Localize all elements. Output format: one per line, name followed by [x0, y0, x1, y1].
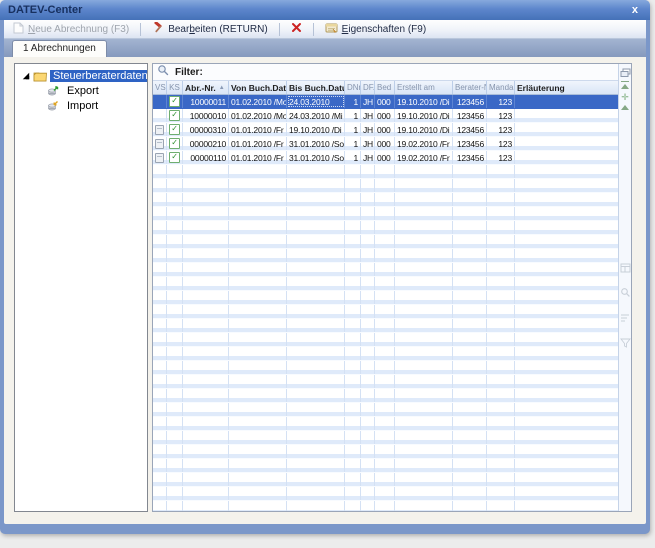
empty-table-row[interactable] — [153, 319, 618, 333]
empty-table-row[interactable] — [153, 347, 618, 361]
content-area: Steuerberaterdaten Export Import — [4, 57, 646, 524]
view-layout-icon[interactable] — [620, 260, 631, 278]
scroll-to-top-icon[interactable] — [621, 84, 629, 89]
export-icon — [47, 85, 61, 97]
tree-root-steuerberaterdaten[interactable]: Steuerberaterdaten — [15, 68, 147, 83]
filter-funnel-icon[interactable] — [620, 335, 631, 353]
delete-x-icon — [291, 22, 302, 36]
tree-item-import[interactable]: Import — [15, 98, 147, 113]
bearbeiten-button[interactable]: Bearbeiten (RETURN) — [147, 21, 272, 38]
empty-table-row[interactable] — [153, 403, 618, 417]
table-body: ✓ 10000011 01.02.2010 /Mo 24.03.2010 1 J… — [153, 95, 618, 511]
empty-table-row[interactable] — [153, 501, 618, 511]
empty-table-row[interactable] — [153, 487, 618, 501]
filter-row: Filter: — [153, 64, 618, 81]
nav-plus-icon[interactable]: ✛ — [621, 93, 629, 101]
tab-strip: 1 Abrechnungen — [4, 39, 646, 57]
empty-table-row[interactable] — [153, 305, 618, 319]
empty-table-row[interactable] — [153, 361, 618, 375]
toolbar-separator — [140, 23, 141, 36]
title-bar: DATEV-Center x — [0, 0, 650, 20]
column-header-von-buch-datum[interactable]: Von Buch.Datum — [229, 81, 287, 94]
tree-panel: Steuerberaterdaten Export Import — [14, 63, 148, 512]
hammer-icon — [152, 22, 164, 37]
close-button[interactable]: x — [628, 4, 642, 17]
empty-table-row[interactable] — [153, 431, 618, 445]
document-icon — [155, 153, 164, 163]
empty-table-row[interactable] — [153, 249, 618, 263]
empty-table-row[interactable] — [153, 417, 618, 431]
tab-abrechnungen[interactable]: 1 Abrechnungen — [12, 40, 107, 57]
table-row[interactable]: ✓ 10000010 01.02.2010 /Mo 24.03.2010 /Mi… — [153, 109, 618, 123]
filter-magnifier-icon[interactable] — [157, 64, 169, 81]
table-row[interactable]: ✓ 00000210 01.01.2010 /Fr 31.01.2010 /So… — [153, 137, 618, 151]
tree-item-label[interactable]: Export — [64, 85, 102, 97]
empty-table-row[interactable] — [153, 235, 618, 249]
empty-table-row[interactable] — [153, 179, 618, 193]
document-icon — [155, 139, 164, 149]
column-header-vs[interactable]: VS — [153, 81, 167, 94]
checkbox-checked-icon[interactable]: ✓ — [169, 152, 180, 163]
column-header-mandant[interactable]: Mandan — [487, 81, 515, 94]
tree-item-label[interactable]: Import — [64, 100, 101, 112]
table-row[interactable]: ✓ 00000110 01.01.2010 /Fr 31.01.2010 /So… — [153, 151, 618, 165]
scroll-up-icon[interactable] — [621, 105, 629, 110]
sort-ascending-icon: ▲ — [219, 85, 225, 91]
empty-table-row[interactable] — [153, 221, 618, 235]
table-row[interactable]: ✓ 00000310 01.01.2010 /Fr 19.10.2010 /Di… — [153, 123, 618, 137]
new-abrechnung-button[interactable]: Neue Abrechnung (F3) — [8, 21, 134, 38]
document-icon — [155, 125, 164, 135]
empty-table-row[interactable] — [153, 263, 618, 277]
toolbar-separator — [313, 23, 314, 36]
column-header-bed[interactable]: Bed — [375, 81, 395, 94]
window-title: DATEV-Center — [8, 4, 82, 16]
table-header-row: VS KS Abr.-Nr.▲ Von Buch.Datum Bis Buch.… — [153, 81, 618, 95]
properties-icon — [325, 22, 338, 37]
empty-table-row[interactable] — [153, 445, 618, 459]
toolbar-separator — [279, 23, 280, 36]
import-icon — [47, 100, 61, 112]
expand-triangle-icon[interactable] — [23, 72, 29, 78]
folder-icon — [33, 70, 47, 82]
focused-cell[interactable]: 24.03.2010 — [287, 95, 345, 108]
column-header-abr-nr[interactable]: Abr.-Nr.▲ — [183, 81, 229, 94]
datev-center-window: DATEV-Center x Neue Abrechnung (F3) Bear… — [0, 0, 650, 534]
column-header-ks[interactable]: KS — [167, 81, 183, 94]
eigenschaften-button[interactable]: Eigenschaften (F9) — [320, 21, 432, 38]
scroll-buttons: ✛ — [621, 84, 629, 110]
empty-table-row[interactable] — [153, 277, 618, 291]
empty-table-row[interactable] — [153, 389, 618, 403]
sort-icon[interactable] — [620, 310, 631, 328]
empty-table-row[interactable] — [153, 291, 618, 305]
toolbar: Neue Abrechnung (F3) Bearbeiten (RETURN)… — [4, 20, 646, 39]
empty-table-row[interactable] — [153, 375, 618, 389]
column-header-bis-buch-datum[interactable]: Bis Buch.Datum — [287, 81, 345, 94]
checkbox-checked-icon[interactable]: ✓ — [169, 96, 180, 107]
column-chooser-icon[interactable] — [620, 65, 631, 75]
checkbox-checked-icon[interactable]: ✓ — [169, 124, 180, 135]
grid-tools — [620, 260, 631, 353]
table-row[interactable]: ✓ 10000011 01.02.2010 /Mo 24.03.2010 1 J… — [153, 95, 618, 109]
empty-table-row[interactable] — [153, 207, 618, 221]
empty-table-row[interactable] — [153, 165, 618, 179]
delete-button[interactable] — [286, 21, 307, 37]
column-header-df[interactable]: DF. — [361, 81, 375, 94]
abrechnungen-table-panel: Filter: VS KS Abr.-Nr.▲ Von Buch.Datum B… — [152, 63, 632, 512]
tree-item-export[interactable]: Export — [15, 83, 147, 98]
search-icon[interactable] — [620, 285, 631, 303]
empty-table-row[interactable] — [153, 333, 618, 347]
column-header-erlaeuterung[interactable]: Erläuterung — [515, 81, 618, 94]
tree-root-label[interactable]: Steuerberaterdaten — [50, 70, 148, 82]
empty-table-row[interactable] — [153, 473, 618, 487]
empty-table-row[interactable] — [153, 459, 618, 473]
checkbox-checked-icon[interactable]: ✓ — [169, 110, 180, 121]
new-page-icon — [13, 22, 24, 37]
column-header-dnr[interactable]: DNr. — [345, 81, 361, 94]
column-header-berater-nr[interactable]: Berater-Nr. — [453, 81, 487, 94]
checkbox-checked-icon[interactable]: ✓ — [169, 138, 180, 149]
filter-label: Filter: — [175, 67, 203, 78]
empty-table-row[interactable] — [153, 193, 618, 207]
grid-side-strip: ✛ — [618, 64, 631, 511]
column-header-erstellt-am[interactable]: Erstellt am — [395, 81, 453, 94]
